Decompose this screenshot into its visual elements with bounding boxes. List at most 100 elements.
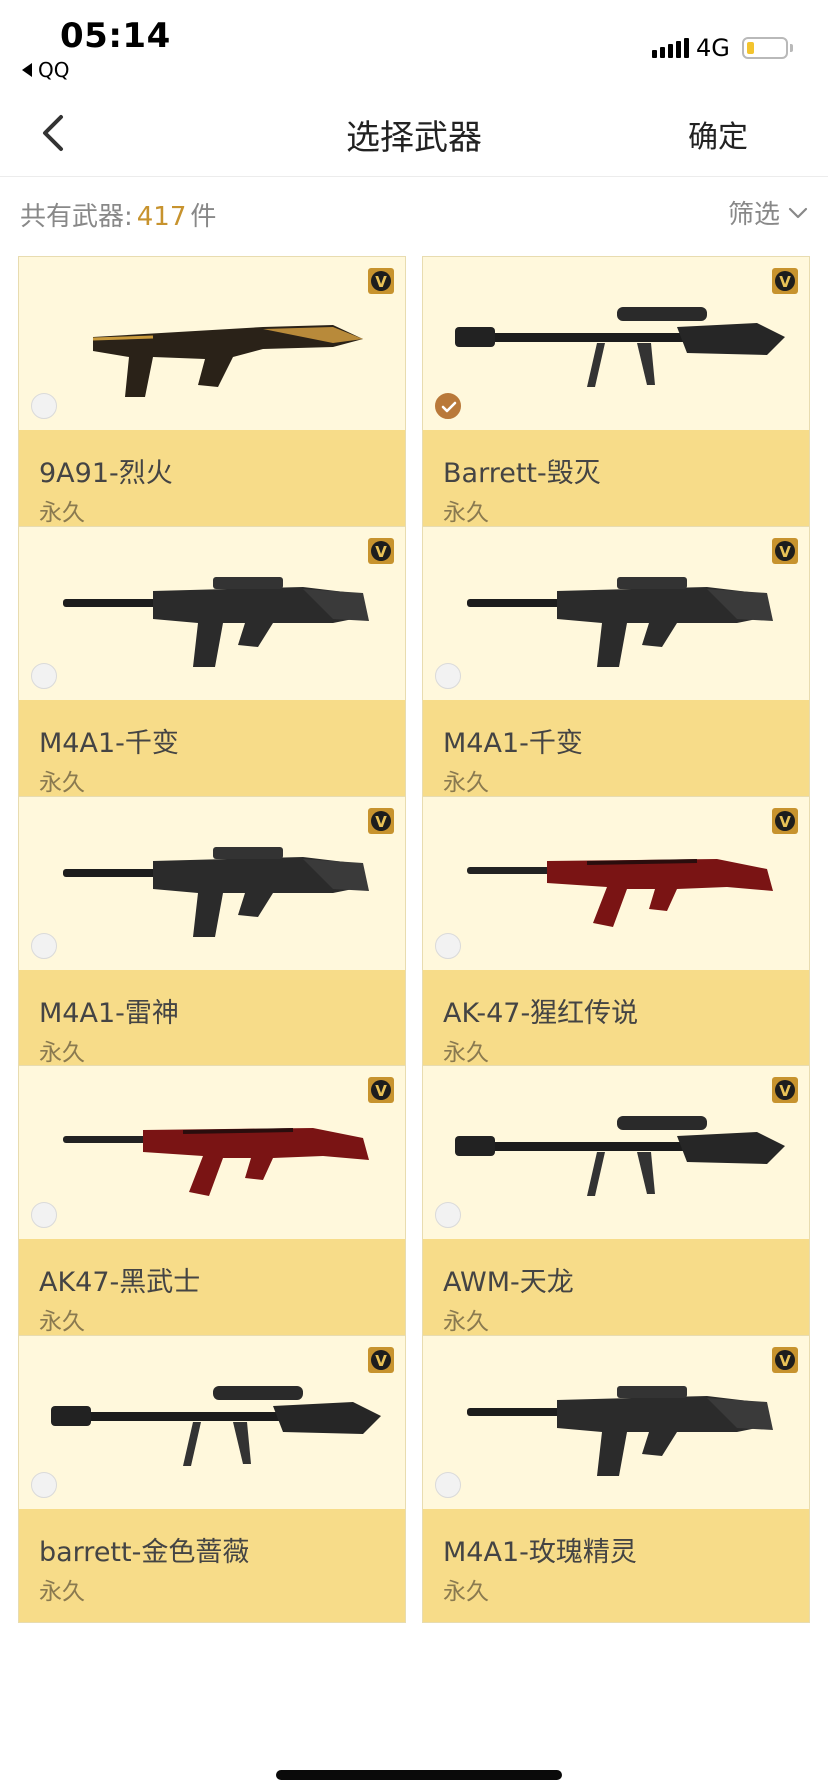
vip-badge-icon: V — [368, 808, 394, 834]
svg-text:V: V — [779, 543, 791, 561]
weapon-image-area — [423, 257, 809, 430]
weapon-name: 9A91-烈火 — [39, 458, 173, 489]
assault-rifle-icon — [63, 577, 369, 667]
select-checkbox[interactable] — [31, 663, 57, 689]
status-time: 05:14 — [60, 16, 171, 56]
select-checkbox[interactable] — [435, 393, 461, 419]
vip-badge-icon: V — [368, 538, 394, 564]
count-prefix: 共有武器: — [20, 202, 133, 232]
sniper-rifle-icon — [51, 1386, 381, 1466]
chevron-down-icon — [788, 207, 808, 218]
svg-text:V: V — [375, 273, 387, 291]
back-triangle-icon — [22, 63, 32, 77]
smg-icon — [92, 325, 363, 397]
battery-icon — [742, 37, 788, 59]
weapon-name: AK-47-猩红传说 — [443, 998, 639, 1029]
weapon-image-area — [423, 527, 809, 700]
weapon-image-area — [19, 257, 405, 430]
weapon-name: M4A1-千变 — [39, 728, 179, 759]
select-checkbox[interactable] — [435, 1202, 461, 1228]
battery-cap — [790, 44, 793, 52]
select-checkbox[interactable] — [435, 1472, 461, 1498]
weapon-duration: 永久 — [443, 1309, 489, 1335]
weapon-duration: 永久 — [39, 1309, 85, 1335]
weapon-name: M4A1-雷神 — [39, 998, 179, 1029]
weapon-card[interactable]: V AK47-黑武士永久 — [18, 1065, 406, 1353]
vip-badge-icon: V — [772, 1077, 798, 1103]
ak-rifle-icon — [467, 859, 773, 927]
weapon-card[interactable]: V AWM-天龙永久 — [422, 1065, 810, 1353]
nav-bar: 选择武器 确定 — [0, 90, 828, 177]
weapon-name: AK47-黑武士 — [39, 1267, 201, 1298]
weapon-image-area — [19, 1336, 405, 1509]
weapon-image-area — [19, 797, 405, 970]
vip-badge-icon: V — [772, 268, 798, 294]
select-checkbox[interactable] — [435, 933, 461, 959]
weapon-duration: 永久 — [443, 500, 489, 526]
back-app-label: QQ — [38, 58, 70, 82]
assault-rifle-icon — [467, 577, 773, 667]
weapon-name: M4A1-千变 — [443, 728, 583, 759]
svg-text:V: V — [375, 1082, 387, 1100]
select-checkbox[interactable] — [31, 933, 57, 959]
vip-badge-icon: V — [368, 1347, 394, 1373]
filter-button[interactable]: 筛选 — [728, 194, 808, 231]
weapon-card[interactable]: V 9A91-烈火永久 — [18, 256, 406, 544]
sniper-rifle-icon — [455, 1116, 785, 1196]
count-suffix: 件 — [190, 202, 217, 232]
svg-text:V: V — [375, 1352, 387, 1370]
sniper-rifle-icon — [455, 307, 785, 387]
weapon-name: barrett-金色蔷薇 — [39, 1537, 250, 1568]
weapon-count-summary: 共有武器: 417 件 — [20, 196, 216, 233]
svg-text:V: V — [779, 813, 791, 831]
signal-icon — [652, 38, 689, 58]
vip-badge-icon: V — [368, 268, 394, 294]
weapon-name: Barrett-毁灭 — [443, 458, 601, 489]
weapon-image-area — [19, 1066, 405, 1239]
checkmark-icon — [441, 401, 457, 413]
network-type: 4G — [696, 34, 730, 62]
confirm-button[interactable]: 确定 — [688, 112, 748, 156]
weapon-image-area — [423, 1066, 809, 1239]
svg-text:V: V — [779, 1352, 791, 1370]
weapon-name: M4A1-玫瑰精灵 — [443, 1537, 637, 1568]
assault-rifle-icon — [467, 1386, 773, 1476]
weapon-card[interactable]: V M4A1-玫瑰精灵永久 — [422, 1335, 810, 1623]
svg-text:V: V — [779, 1082, 791, 1100]
svg-text:V: V — [375, 543, 387, 561]
weapon-count: 417 — [136, 202, 187, 232]
select-checkbox[interactable] — [31, 1202, 57, 1228]
vip-badge-icon: V — [772, 808, 798, 834]
weapon-image-area — [423, 1336, 809, 1509]
assault-rifle-icon — [63, 847, 369, 937]
ak-rifle-icon — [63, 1128, 369, 1196]
back-to-app-link[interactable]: QQ — [22, 58, 69, 82]
vip-badge-icon: V — [772, 538, 798, 564]
weapon-card[interactable]: V AK-47-猩红传说永久 — [422, 796, 810, 1084]
app-root: 05:14 QQ 4G 选择武器 确定 共有武器: 417 件 筛选 V 9A91-烈… — [0, 0, 828, 1792]
weapon-card[interactable]: V Barrett-毁灭永久 — [422, 256, 810, 544]
weapon-image-area — [19, 527, 405, 700]
select-checkbox[interactable] — [435, 663, 461, 689]
svg-text:V: V — [375, 813, 387, 831]
weapon-card[interactable]: Vbarrett-金色蔷薇永久 — [18, 1335, 406, 1623]
status-bar: 05:14 QQ 4G — [0, 0, 828, 90]
weapon-duration: 永久 — [39, 1579, 85, 1605]
vip-badge-icon: V — [772, 1347, 798, 1373]
weapon-card[interactable]: V M4A1-千变永久 — [422, 526, 810, 814]
home-indicator[interactable] — [276, 1770, 562, 1780]
weapon-duration: 永久 — [39, 500, 85, 526]
weapon-duration: 永久 — [443, 1040, 489, 1066]
weapon-name: AWM-天龙 — [443, 1267, 574, 1298]
weapon-duration: 永久 — [39, 770, 85, 796]
weapon-duration: 永久 — [443, 1579, 489, 1605]
weapon-image-area — [423, 797, 809, 970]
vip-badge-icon: V — [368, 1077, 394, 1103]
weapon-card[interactable]: V M4A1-雷神 永久 — [18, 796, 406, 1084]
select-checkbox[interactable] — [31, 1472, 57, 1498]
select-checkbox[interactable] — [31, 393, 57, 419]
weapon-duration: 永久 — [443, 770, 489, 796]
svg-text:V: V — [779, 273, 791, 291]
weapon-card[interactable]: V M4A1-千变永久 — [18, 526, 406, 814]
filter-label: 筛选 — [727, 200, 780, 230]
